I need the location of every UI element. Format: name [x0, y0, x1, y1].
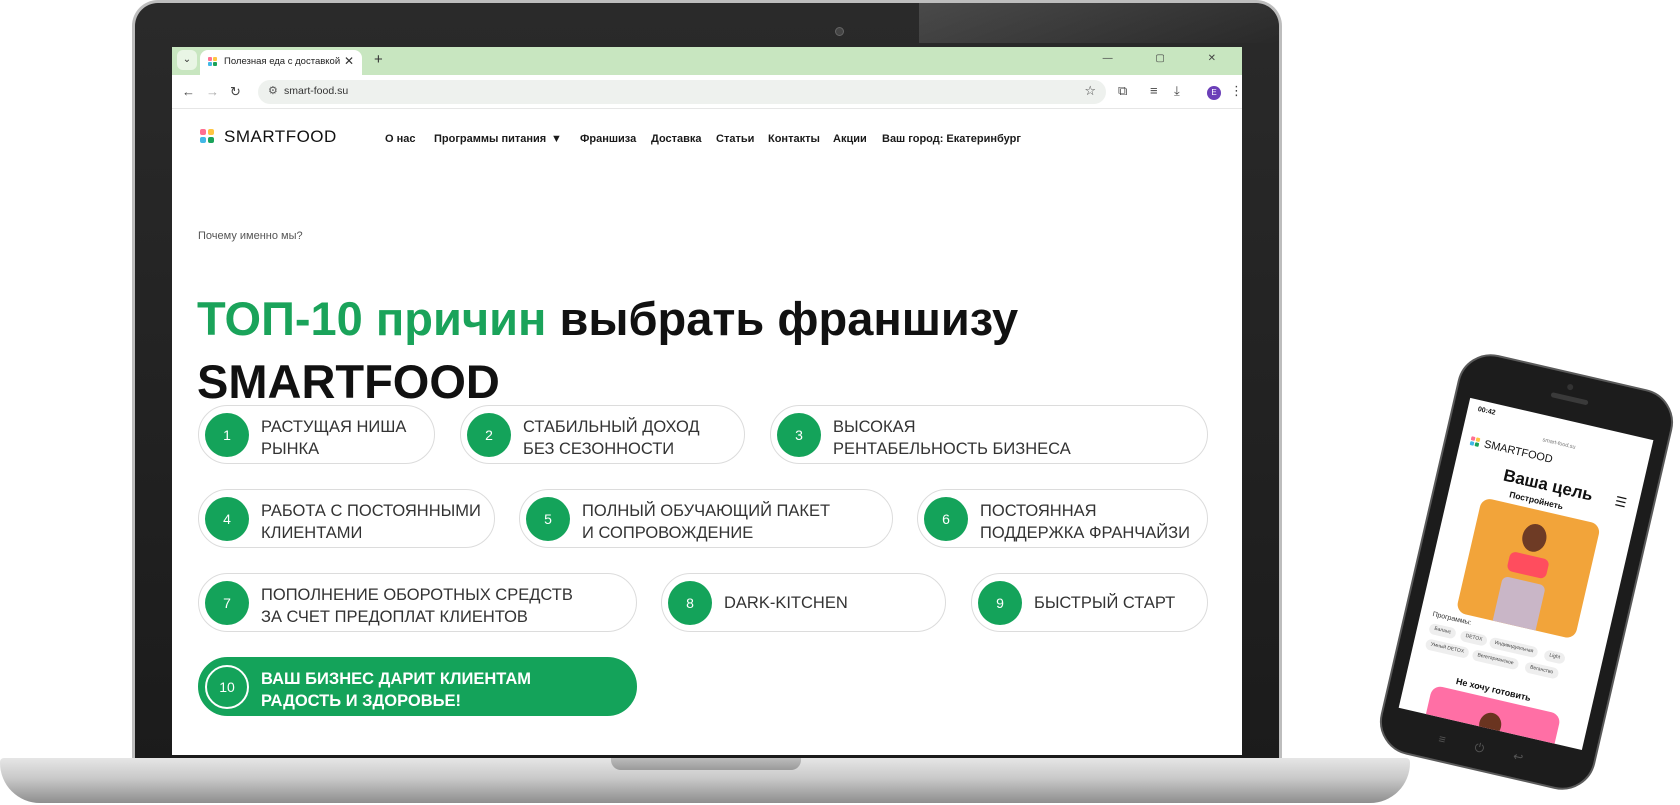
reason-text: РАСТУЩАЯ НИША РЫНКА [261, 418, 407, 458]
laptop-screen: ⌄ Полезная еда с доставкой в Ек ✕ + — ▢ … [172, 47, 1242, 755]
reason-text: ПОЛНЫЙ ОБУЧАЮЩИЙ ПАКЕТ И СОПРОВОЖДЕНИЕ [582, 502, 831, 542]
reason-number: 1 [205, 413, 249, 457]
nav-contacts[interactable]: Контакты [768, 133, 820, 145]
program-chip[interactable]: DETOX [1459, 629, 1489, 647]
reason-pill-5: 5 ПОЛНЫЙ ОБУЧАЮЩИЙ ПАКЕТ И СОПРОВОЖДЕНИЕ [519, 489, 893, 548]
phone-status-time: 00:42 [1477, 405, 1497, 417]
reason-text: РАБОТА С ПОСТОЯННЫМИ КЛИЕНТАМИ [261, 502, 481, 542]
reason-pill-3: 3 ВЫСОКАЯ РЕНТАБЕЛЬНОСТЬ БИЗНЕСА [770, 405, 1208, 464]
download-icon[interactable]: ⤓ [1174, 83, 1180, 99]
section-eyebrow: Почему именно мы? [198, 230, 303, 242]
logo-icon [200, 129, 216, 145]
favicon-icon [208, 57, 218, 67]
program-chip[interactable]: Баланс [1428, 622, 1457, 640]
reason-number: 10 [205, 665, 249, 709]
url-text: smart-food.su [284, 85, 349, 97]
tab-close-icon[interactable]: ✕ [344, 54, 354, 68]
phone-screen: 00:42 smart-food.su SMARTFOOD ☰ Ваша цел… [1398, 397, 1654, 750]
reason-pill-6: 6 ПОСТОЯННАЯ ПОДДЕРЖКА ФРАНЧАЙЗИ [917, 489, 1208, 548]
nav-delivery[interactable]: Доставка [651, 133, 702, 145]
reason-number: 8 [668, 581, 712, 625]
window-controls[interactable]: — ▢ ✕ [1103, 53, 1236, 64]
reason-pill-9: 9 БЫСТРЫЙ СТАРТ [971, 573, 1208, 632]
nav-city-selector[interactable]: Ваш город: Екатеринбург [882, 133, 1021, 145]
reason-text: ВЫСОКАЯ РЕНТАБЕЛЬНОСТЬ БИЗНЕСА [833, 418, 1071, 458]
site-header: SMARTFOOD О нас Программы питания ▼ Фран… [172, 109, 1242, 167]
reason-number: 2 [467, 413, 511, 457]
reason-text: ВАШ БИЗНЕС ДАРИТ КЛИЕНТАМ РАДОСТЬ И ЗДОР… [261, 670, 531, 710]
bookmark-star-icon[interactable]: ☆ [1084, 83, 1096, 99]
phone-speaker [1550, 392, 1589, 406]
reason-pill-1: 1 РАСТУЩАЯ НИША РЫНКА [198, 405, 435, 464]
hamburger-menu-icon[interactable]: ☰ [1613, 493, 1628, 511]
phone-url: smart-food.su [1541, 437, 1576, 451]
program-chip[interactable]: Веганство [1523, 661, 1560, 680]
laptop-camera [835, 27, 844, 36]
reason-number: 3 [777, 413, 821, 457]
reason-number: 7 [205, 581, 249, 625]
reload-icon[interactable]: ↻ [230, 84, 241, 100]
reading-list-icon[interactable]: ≡ [1150, 83, 1158, 98]
site-settings-icon[interactable]: ⚙ [268, 84, 278, 97]
tab-title: Полезная еда с доставкой в Ек [224, 56, 340, 67]
reason-pill-4: 4 РАБОТА С ПОСТОЯННЫМИ КЛИЕНТАМИ [198, 489, 495, 548]
nav-articles[interactable]: Статьи [716, 133, 754, 145]
nav-franchise[interactable]: Франшиза [580, 133, 636, 145]
reason-text: СТАБИЛЬНЫЙ ДОХОД БЕЗ СЕЗОННОСТИ [523, 418, 700, 458]
reason-number: 5 [526, 497, 570, 541]
laptop-notch [611, 758, 801, 770]
reason-number: 6 [924, 497, 968, 541]
nav-about[interactable]: О нас [385, 133, 416, 145]
page-title: ТОП-10 причин выбрать франшизу SMARTFOOD [197, 287, 1018, 413]
title-accent: ТОП-10 причин [197, 292, 547, 345]
nav-programs[interactable]: Программы питания [434, 133, 546, 145]
back-icon[interactable]: ← [182, 84, 195, 99]
address-bar[interactable]: ⚙ smart-food.su ☆ [258, 80, 1106, 104]
reason-pill-10: 10 ВАШ БИЗНЕС ДАРИТ КЛИЕНТАМ РАДОСТЬ И З… [198, 657, 637, 716]
photo-figure [1519, 521, 1550, 555]
reason-pill-2: 2 СТАБИЛЬНЫЙ ДОХОД БЕЗ СЕЗОННОСТИ [460, 405, 745, 464]
menu-icon[interactable]: ⋮ [1230, 83, 1242, 99]
reason-pill-8: 8 DARK-KITCHEN [661, 573, 946, 632]
forward-icon[interactable]: → [206, 84, 219, 99]
site-logo[interactable]: SMARTFOOD [224, 127, 337, 147]
browser-tab-bar: ⌄ Полезная еда с доставкой в Ек ✕ + — ▢ … [172, 47, 1242, 75]
reason-text: ПОСТОЯННАЯ ПОДДЕРЖКА ФРАНЧАЙЗИ [980, 502, 1190, 542]
nav-programs-dropdown-icon[interactable]: ▼ [551, 133, 562, 145]
reason-text: DARK-KITCHEN [724, 594, 848, 612]
hero-photo [1455, 497, 1602, 640]
phone-camera [1566, 383, 1574, 391]
profile-avatar[interactable]: E [1207, 86, 1221, 100]
title-line2: SMARTFOOD [197, 355, 500, 408]
reason-text: ПОПОЛНЕНИЕ ОБОРОТНЫХ СРЕДСТВ ЗА СЧЕТ ПРЕ… [261, 586, 573, 626]
title-rest: выбрать франшизу [546, 292, 1019, 345]
tab-search-icon[interactable]: ⌄ [177, 50, 197, 70]
phone-mockup: 00:42 smart-food.su SMARTFOOD ☰ Ваша цел… [1351, 343, 1680, 805]
reason-number: 9 [978, 581, 1022, 625]
reason-text: БЫСТРЫЙ СТАРТ [1034, 594, 1176, 612]
nav-promotions[interactable]: Акции [833, 133, 867, 145]
program-chip[interactable]: Light [1543, 649, 1566, 665]
reason-number: 4 [205, 497, 249, 541]
extensions-icon[interactable]: ⧉ [1118, 83, 1127, 99]
browser-tab[interactable]: Полезная еда с доставкой в Ек ✕ [200, 50, 362, 75]
new-tab-icon[interactable]: + [374, 51, 383, 68]
phone-body: 00:42 smart-food.su SMARTFOOD ☰ Ваша цел… [1373, 347, 1680, 797]
browser-toolbar: ← → ↻ ⚙ smart-food.su ☆ ⧉ ≡ ⤓ E ⋮ [172, 75, 1242, 109]
phone-logo-icon [1469, 436, 1481, 448]
reason-pill-7: 7 ПОПОЛНЕНИЕ ОБОРОТНЫХ СРЕДСТВ ЗА СЧЕТ П… [198, 573, 637, 632]
